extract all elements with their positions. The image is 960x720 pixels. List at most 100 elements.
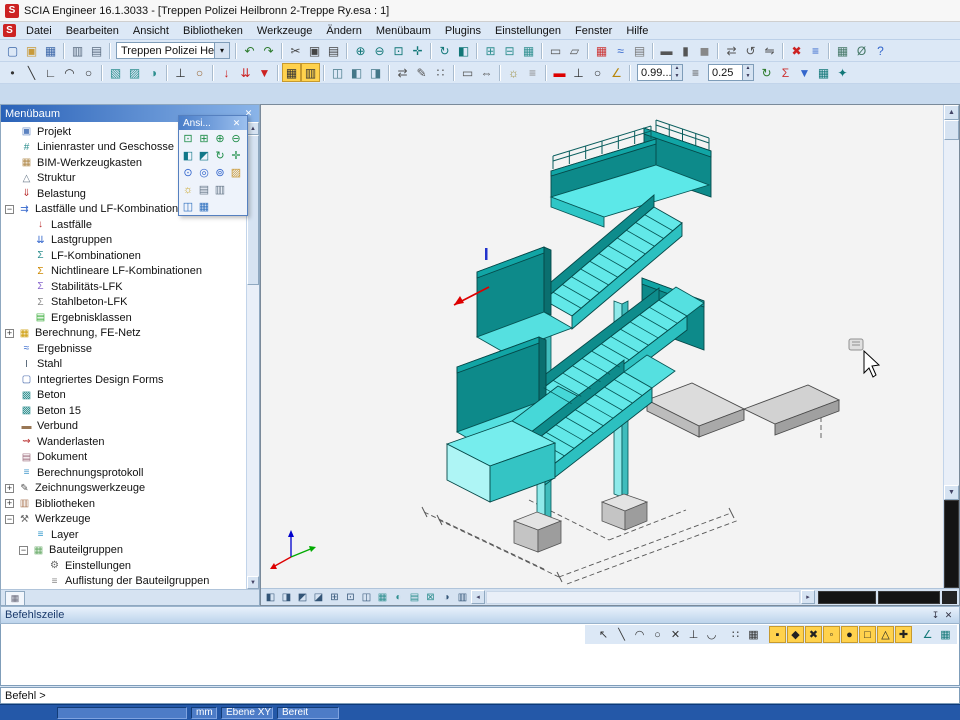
select-rect-icon[interactable]: ▭ <box>546 41 565 60</box>
view-x-icon[interactable]: ◧ <box>263 590 278 605</box>
perp-mode-icon[interactable]: ⊥ <box>685 626 702 643</box>
statusbar-plane[interactable]: Ebene XY <box>221 707 273 719</box>
scale-lock-icon[interactable]: ≡ <box>686 63 705 82</box>
menu-datei[interactable]: Datei <box>19 22 59 40</box>
tree-item-lastgruppen[interactable]: ⇊Lastgruppen <box>1 233 246 249</box>
measure-icon[interactable]: ▭ <box>458 63 477 82</box>
line-grid-icon[interactable]: ▦ <box>745 626 762 643</box>
scroll-left-button[interactable]: ◂ <box>471 590 485 604</box>
view-star-icon[interactable]: ✦ <box>833 63 852 82</box>
command-history[interactable]: ↖╲◠○✕⊥◡∷▦▪◆✖◦●□△✚∠▦ <box>0 624 960 686</box>
viewport-hscrollbar[interactable] <box>486 591 800 604</box>
surface-load-icon[interactable]: ▼ <box>255 63 274 82</box>
spinner-down-icon[interactable]: ▼ <box>743 73 753 81</box>
perpendicular-icon[interactable]: ⊥ <box>569 63 588 82</box>
tree-item-bauteilgruppen[interactable]: −▦Bauteilgruppen <box>1 543 246 559</box>
clip-box-icon[interactable]: ◫ <box>180 198 196 215</box>
vscroll-track[interactable] <box>944 120 959 485</box>
menu-plugins[interactable]: Plugins <box>438 22 488 40</box>
draw-line-icon[interactable]: ╲ <box>613 626 630 643</box>
snap-endpoint-icon[interactable]: ▪ <box>769 626 786 643</box>
menubaum-tab[interactable]: ▦ <box>5 591 25 605</box>
move-node-icon[interactable]: ⇄ <box>393 63 412 82</box>
snap-ortho-icon[interactable]: □ <box>859 626 876 643</box>
tree-item-verbund[interactable]: ▬Verbund <box>1 419 246 435</box>
menu-ansicht[interactable]: Ansicht <box>126 22 176 40</box>
scroll-up-icon[interactable]: ▲ <box>247 122 259 135</box>
line-load-icon[interactable]: ⇊ <box>236 63 255 82</box>
expand-icon[interactable]: + <box>5 499 14 508</box>
vscroll-dark-thumb[interactable] <box>944 500 959 588</box>
rotate-icon[interactable]: ↺ <box>741 41 760 60</box>
dimension-icon[interactable]: ⇔ <box>477 63 496 82</box>
tree-item-ergebnisse[interactable]: ≈Ergebnisse <box>1 341 246 357</box>
print-preview-icon[interactable]: ▤ <box>87 41 106 60</box>
tree-item-beton-15[interactable]: ▩Beton 15 <box>1 403 246 419</box>
zoom-out-icon[interactable]: ⊖ <box>370 41 389 60</box>
collapse-icon[interactable]: − <box>5 515 14 524</box>
tree-item-integriertes-design-forms[interactable]: ▢Integriertes Design Forms <box>1 372 246 388</box>
snap-settings-icon[interactable]: ▦ <box>937 626 954 643</box>
menu-einstellungen[interactable]: Einstellungen <box>488 22 568 40</box>
point-load-icon[interactable]: ↓ <box>217 63 236 82</box>
view-z-icon[interactable]: ◩ <box>295 590 310 605</box>
sum-icon[interactable]: Σ <box>776 63 795 82</box>
zoom-all-icon[interactable]: ⊡ <box>180 130 196 147</box>
save-icon[interactable]: ▦ <box>41 41 60 60</box>
tree-item-layer[interactable]: ≡Layer <box>1 527 246 543</box>
shell-icon[interactable]: ◑ <box>144 63 163 82</box>
calculator-icon[interactable]: ▦ <box>592 41 611 60</box>
view-y-icon[interactable]: ◨ <box>279 590 294 605</box>
tree-item-nichtlineare-lf-kombinationen[interactable]: ΣNichtlineare LF-Kombinationen <box>1 264 246 280</box>
tree-item-auflistung-der-bauteilgruppen[interactable]: ≡Auflistung der Bauteilgruppen <box>1 574 246 590</box>
layers-icon[interactable]: ▦ <box>519 41 538 60</box>
clip-icon[interactable]: ◫ <box>359 590 374 605</box>
display-settings-icon[interactable]: ▦ <box>814 63 833 82</box>
redo-icon[interactable]: ↷ <box>259 41 278 60</box>
project-combobox[interactable]: Treppen Polizei Heil ▾ <box>116 42 230 59</box>
draw-circle-icon[interactable]: ○ <box>649 626 666 643</box>
view-front-icon[interactable]: ◧ <box>180 147 196 164</box>
print-icon[interactable]: ▥ <box>68 41 87 60</box>
viewport-3d[interactable]: ▲ ▼ ◧◨◩◪⊞⊡◫▦◐▤⊠◑▥ ◂ ▸ <box>260 104 960 606</box>
hscroll-thumb-1[interactable] <box>818 591 876 604</box>
view-top-icon[interactable]: ◩ <box>196 147 212 164</box>
cut-icon[interactable]: ✂ <box>286 41 305 60</box>
view-axo-icon[interactable]: ◪ <box>311 590 326 605</box>
scroll-down-icon[interactable]: ▼ <box>247 576 259 589</box>
zoom-window-icon[interactable]: ⊞ <box>196 130 212 147</box>
hscroll-thumb-2[interactable] <box>878 591 940 604</box>
snap-mode-icon[interactable]: ⊟ <box>500 41 519 60</box>
tree-item-wanderlasten[interactable]: ⇝Wanderlasten <box>1 434 246 450</box>
beam-icon[interactable]: ▬ <box>657 41 676 60</box>
open-icon[interactable]: ▣ <box>22 41 41 60</box>
tree-item-stabilitats-lfk[interactable]: ΣStabilitäts-LFK <box>1 279 246 295</box>
print-view-icon[interactable]: ▤ <box>196 181 212 198</box>
scroll-down-icon[interactable]: ▼ <box>944 485 959 500</box>
report-icon[interactable]: ▤ <box>630 41 649 60</box>
column-icon[interactable]: ▮ <box>676 41 695 60</box>
menu-fenster[interactable]: Fenster <box>568 22 619 40</box>
menu-bearbeiten[interactable]: Bearbeiten <box>59 22 126 40</box>
tree-item-ergebnisklassen[interactable]: ▤Ergebnisklassen <box>1 310 246 326</box>
rotate-view-icon[interactable]: ↻ <box>212 147 228 164</box>
befehlszeile-titlebar[interactable]: Befehlszeile ↧ ✕ <box>0 606 960 624</box>
spinner-up-icon[interactable]: ▲ <box>743 65 753 73</box>
view-folder-icon[interactable]: ▨ <box>228 164 244 181</box>
plate-icon[interactable]: ◼ <box>695 41 714 60</box>
step-spinner[interactable]: ▲▼ <box>742 65 753 80</box>
spinner-up-icon[interactable]: ▲ <box>672 65 682 73</box>
collapse-icon[interactable]: − <box>5 205 14 214</box>
close-icon[interactable]: ✕ <box>942 609 955 622</box>
palette-close-icon[interactable]: ✕ <box>230 117 243 130</box>
tree-scroll-track[interactable] <box>247 135 259 576</box>
properties-icon[interactable]: ≡ <box>806 41 825 60</box>
zoom-in-icon[interactable]: ⊕ <box>212 130 228 147</box>
expand-icon[interactable]: + <box>5 484 14 493</box>
dimension-line-icon[interactable]: ▬ <box>550 63 569 82</box>
viewport-vscrollbar[interactable]: ▲ ▼ <box>943 105 959 588</box>
zoom-fit-icon[interactable]: ⊡ <box>343 590 358 605</box>
filter-icon[interactable]: ▼ <box>795 63 814 82</box>
menu-werkzeuge[interactable]: Werkzeuge <box>250 22 319 40</box>
shade-mode-icon[interactable]: ◐ <box>391 590 406 605</box>
